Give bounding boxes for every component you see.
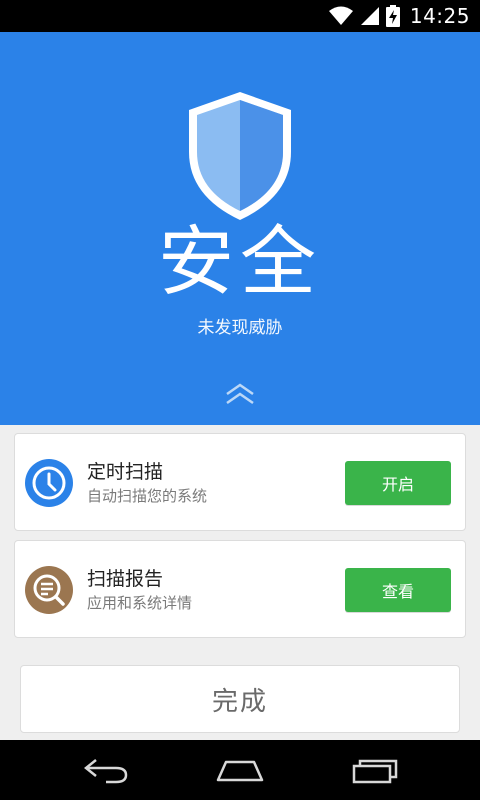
recent-apps-icon[interactable] [346,754,402,786]
scheduled-scan-card: 定时扫描 自动扫描您的系统 开启 [14,433,466,531]
card-subtitle: 自动扫描您的系统 [87,487,208,505]
scan-report-card: 扫描报告 应用和系统详情 查看 [14,540,466,638]
navigation-bar [0,740,480,800]
status-bar: 14:25 [0,0,480,32]
clock-icon [25,459,73,507]
hero-banner: 安全 未发现威胁 [0,32,480,425]
back-icon[interactable] [78,754,134,786]
status-icons [328,5,400,27]
shield-icon [189,92,291,220]
wifi-icon [328,6,353,25]
security-status-title: 安全 [158,217,322,306]
enable-scheduled-scan-button[interactable]: 开启 [345,461,451,505]
double-chevron-up-icon[interactable] [224,382,256,406]
security-status-subtitle: 未发现威胁 [197,318,283,338]
signal-icon [360,7,379,25]
report-search-icon [25,566,73,614]
battery-charging-icon [385,5,400,27]
card-subtitle: 应用和系统详情 [87,594,193,612]
home-icon[interactable] [212,754,268,786]
screen: 14:25 安全 未发现威胁 定时扫描 自动扫描您的系统 开启 扫描报告 应用和… [0,0,480,800]
view-scan-report-button[interactable]: 查看 [345,568,451,612]
card-title: 扫描报告 [87,568,164,590]
card-title: 定时扫描 [87,461,164,483]
done-button[interactable]: 完成 [20,665,460,733]
status-time: 14:25 [409,4,470,28]
